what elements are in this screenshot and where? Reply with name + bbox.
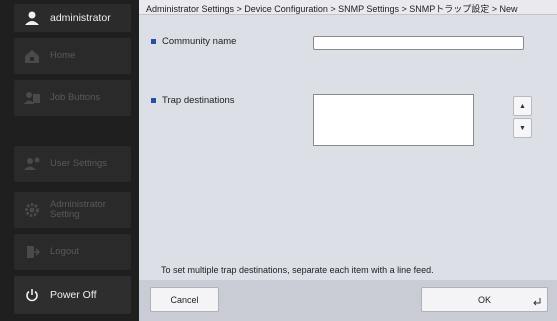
- trap-destinations-textarea[interactable]: [313, 94, 474, 146]
- sidebar-item-label: Job Buttons: [50, 92, 101, 103]
- sidebar-item-logout[interactable]: Logout: [14, 234, 131, 270]
- home-icon: [14, 47, 50, 65]
- sidebar-item-label: User Settings: [50, 158, 108, 169]
- bullet-icon: [151, 39, 156, 44]
- sidebar-item-administrator-setting[interactable]: Administrator Setting: [14, 192, 131, 228]
- ok-button[interactable]: OK: [421, 287, 548, 312]
- job-buttons-icon: [14, 89, 50, 107]
- sidebar-item-label: Logout: [50, 246, 80, 257]
- user-settings-icon: [14, 155, 50, 173]
- power-icon: [14, 288, 50, 302]
- user-bar: administrator: [14, 4, 131, 32]
- footer-bar: Cancel OK: [139, 280, 557, 321]
- ok-label: OK: [477, 294, 491, 305]
- triangle-up-icon: ▲: [519, 102, 526, 110]
- logout-icon: [14, 244, 50, 260]
- enter-icon: [532, 297, 541, 308]
- cancel-button[interactable]: Cancel: [150, 287, 219, 312]
- sidebar-item-job-buttons[interactable]: Job Buttons: [14, 80, 131, 116]
- user-name: administrator: [50, 12, 111, 24]
- sidebar: administrator Home Job Buttons User Sett…: [0, 0, 139, 321]
- breadcrumb: Administrator Settings > Device Configur…: [139, 0, 557, 15]
- power-off-label: Power Off: [50, 289, 97, 301]
- admin-gear-icon: [14, 202, 50, 218]
- bullet-icon: [151, 98, 156, 103]
- community-name-text: Community name: [162, 36, 237, 47]
- triangle-down-icon: ▼: [519, 124, 526, 132]
- trap-destinations-text: Trap destinations: [162, 95, 235, 106]
- sidebar-item-user-settings[interactable]: User Settings: [14, 146, 131, 182]
- user-icon: [14, 10, 50, 26]
- scroll-down-button[interactable]: ▼: [513, 118, 532, 138]
- community-name-input[interactable]: [313, 36, 524, 50]
- sidebar-item-label: Home: [50, 50, 76, 61]
- community-name-label: Community name: [151, 36, 236, 47]
- sidebar-item-home[interactable]: Home: [14, 38, 131, 74]
- power-off-button[interactable]: Power Off: [14, 276, 131, 314]
- trap-destinations-label: Trap destinations: [151, 95, 235, 106]
- main-panel: Administrator Settings > Device Configur…: [139, 0, 557, 321]
- hint-text: To set multiple trap destinations, separ…: [161, 265, 434, 275]
- sidebar-item-label: Administrator Setting: [50, 199, 106, 220]
- scroll-up-button[interactable]: ▲: [513, 96, 532, 116]
